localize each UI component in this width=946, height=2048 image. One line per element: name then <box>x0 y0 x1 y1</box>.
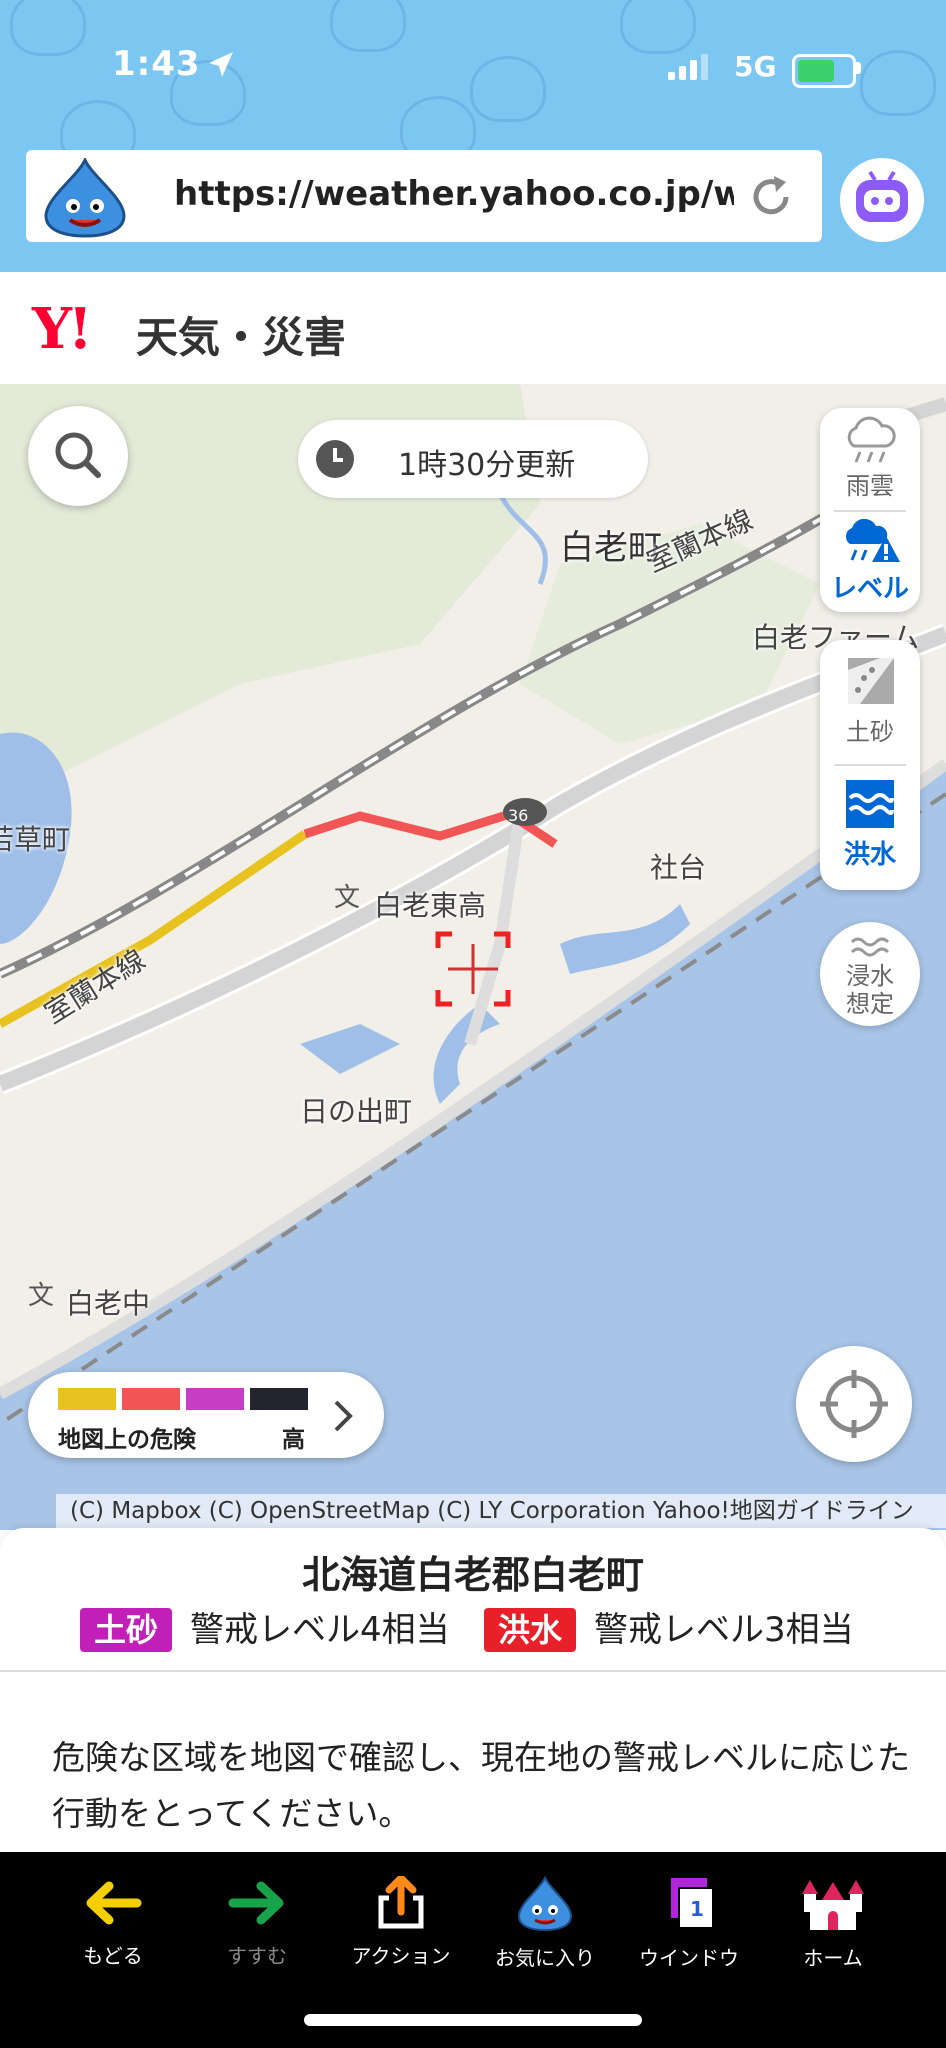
rain-warning-icon <box>845 518 900 562</box>
route-number: 36 <box>508 806 529 825</box>
slime-pattern-icon <box>620 0 696 54</box>
forward-button[interactable]: すすむ <box>182 1876 332 1969</box>
window-label: ウインドウ <box>639 1946 739 1970</box>
site-title: 天気・災害 <box>136 313 347 362</box>
legend-swatch <box>250 1388 308 1410</box>
assistant-button[interactable] <box>840 158 924 242</box>
slime-icon <box>44 158 126 238</box>
warning-level-layer-button[interactable]: レベル <box>820 510 920 612</box>
favorites-label: お気に入り <box>495 1946 595 1970</box>
battery-tip <box>856 62 861 74</box>
update-time-pill: 1時30分更新 <box>298 420 648 498</box>
landslide-badge: 土砂 <box>80 1608 173 1652</box>
warning-level-label: レベル <box>830 574 909 604</box>
landslide-layer-button[interactable]: 土砂 <box>820 640 920 762</box>
svg-text:文: 文 <box>334 883 360 913</box>
location-arrow-icon <box>209 52 233 77</box>
window-icon: 1 <box>671 1878 714 1929</box>
landslide-label: 土砂 <box>846 718 894 746</box>
inundation-label-line1: 浸水 <box>846 962 894 990</box>
slime-pattern-icon <box>860 50 936 116</box>
home-label: ホーム <box>803 1946 863 1970</box>
slime-pattern-icon <box>470 56 546 122</box>
map-label-school-east: 白老東高 <box>374 889 487 922</box>
rain-cloud-icon <box>847 416 896 463</box>
map-attribution[interactable]: (C) Mapbox (C) OpenStreetMap (C) LY Corp… <box>56 1494 946 1528</box>
legend-high-label: 高 <box>282 1427 305 1453</box>
inundation-assumption-button[interactable]: 浸水 想定 <box>820 922 920 1026</box>
home-button[interactable]: ホーム <box>758 1876 908 1971</box>
current-location-button[interactable] <box>796 1346 912 1462</box>
share-action-button[interactable]: アクション <box>326 1873 476 1969</box>
flood-icon <box>846 780 894 828</box>
share-icon <box>378 1873 424 1929</box>
slime-pattern-icon <box>330 0 406 52</box>
window-button[interactable]: 1 ウインドウ <box>614 1876 764 1971</box>
map-label-school-mid: 白老中 <box>66 1287 151 1320</box>
slime-pattern-icon <box>10 0 86 56</box>
robot-icon <box>856 170 908 222</box>
battery-icon <box>792 54 856 88</box>
hazard-type-group: 土砂 洪水 <box>820 640 920 890</box>
reload-icon[interactable] <box>748 174 794 220</box>
flood-badge: 洪水 <box>484 1608 577 1652</box>
action-label: アクション <box>351 1944 451 1968</box>
legend-swatch <box>186 1388 244 1410</box>
arrow-left-icon <box>86 1881 142 1925</box>
url-text[interactable]: https://weather.yahoo.co.jp/we... <box>174 174 734 214</box>
legend-label: 地図上の危険 <box>58 1427 196 1453</box>
landslide-icon <box>848 658 894 704</box>
flood-level: 警戒レベル3相当 <box>594 1610 854 1650</box>
yahoo-logo[interactable]: Y! <box>32 296 93 362</box>
advice-message: 危険な区域を地図で確認し、現在地の警戒レベルに応じた行動をとってください。 <box>52 1738 910 1833</box>
signal-icon <box>668 54 708 80</box>
favorites-button[interactable]: お気に入り <box>470 1875 620 1971</box>
map-label-hinode: 日の出町 <box>300 1095 413 1128</box>
back-label: もどる <box>83 1944 143 1968</box>
divider <box>0 1670 946 1672</box>
danger-legend-button[interactable]: 地図上の危険 高 <box>28 1372 384 1458</box>
rain-layer-group: 雨雲 レベル <box>820 408 920 612</box>
inundation-label-line2: 想定 <box>846 990 894 1018</box>
home-indicator <box>304 2014 642 2026</box>
svg-text:文: 文 <box>28 1281 54 1311</box>
rain-cloud-label: 雨雲 <box>846 472 894 500</box>
slime-icon <box>517 1875 573 1932</box>
back-button[interactable]: もどる <box>38 1876 188 1969</box>
forward-label: すすむ <box>227 1944 287 1968</box>
flood-label: 洪水 <box>843 840 896 870</box>
place-name: 北海道白老郡白老町 <box>301 1553 644 1597</box>
flood-layer-button[interactable]: 洪水 <box>820 762 920 888</box>
crosshair-icon <box>820 1370 888 1438</box>
update-time-text: 1時30分更新 <box>398 448 576 483</box>
status-time: 1:43 <box>112 44 201 84</box>
window-count: 1 <box>690 1897 704 1921</box>
chevron-right-icon <box>334 1400 353 1432</box>
legend-swatch <box>58 1388 116 1410</box>
arrow-right-icon <box>228 1881 284 1925</box>
map-label-shadai: 社台 <box>650 851 707 884</box>
castle-icon <box>802 1880 864 1930</box>
map-label-wakakusa: 若草町 <box>0 823 71 856</box>
legend-swatch <box>122 1388 180 1410</box>
rain-cloud-layer-button[interactable]: 雨雲 <box>820 408 920 510</box>
network-type: 5G <box>734 50 777 83</box>
search-icon <box>55 432 101 478</box>
landslide-level: 警戒レベル4相当 <box>190 1610 450 1650</box>
clock-icon <box>316 440 354 478</box>
wave-icon <box>850 937 890 957</box>
map-search-button[interactable] <box>28 406 128 506</box>
